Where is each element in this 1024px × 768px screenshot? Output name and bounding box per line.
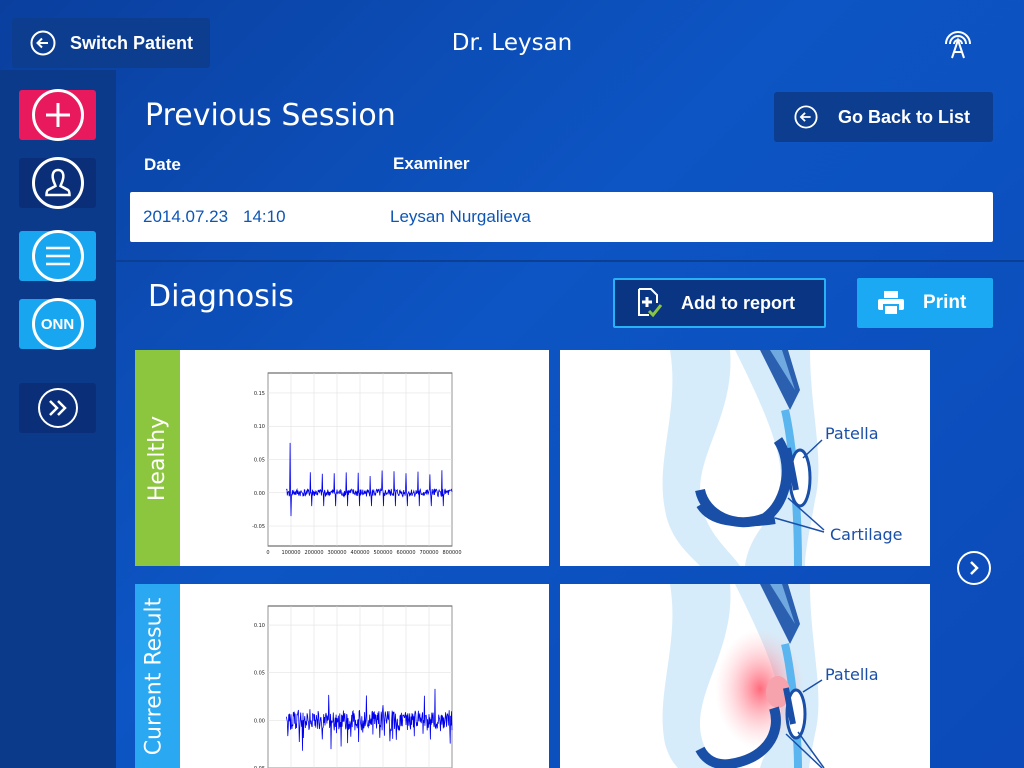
session-examiner: Leysan Nurgalieva	[390, 207, 531, 226]
add-to-report-button[interactable]: Add to report	[613, 278, 826, 328]
y-tick-label: 0.00	[254, 491, 265, 497]
session-date: 2014.07.23	[143, 207, 229, 226]
previous-session-title: Previous Session	[145, 98, 396, 133]
y-tick-label: 0.05	[254, 671, 265, 677]
onn-label: ONN	[40, 315, 75, 333]
current-result-label: Current Result	[141, 597, 167, 755]
y-tick-label: 0.15	[254, 391, 265, 397]
y-tick-label: -0.05	[252, 524, 265, 530]
list-icon	[31, 230, 84, 282]
go-back-label: Go Back to List	[838, 106, 971, 127]
printer-icon	[878, 291, 904, 316]
double-chevron-right-icon	[37, 388, 78, 428]
add-to-report-label: Add to report	[681, 292, 795, 313]
print-label: Print	[923, 292, 967, 313]
healthy-signal-svg: 0.15 0.10 0.05 0.00 -0.05 0 100000 200000 300000…	[252, 372, 462, 556]
column-header-examiner: Examiner	[393, 154, 470, 173]
column-header-date: Date	[144, 155, 181, 174]
patella-label: Patella	[825, 665, 879, 684]
y-tick-label: 0.00	[254, 718, 265, 724]
row-label-healthy: Healthy	[135, 350, 180, 566]
sidebar: ONN	[0, 70, 116, 768]
add-report-icon	[638, 288, 663, 318]
plus-icon	[31, 89, 84, 141]
y-tick-label: 0.10	[254, 424, 265, 430]
current-knee-illustration: Patella	[560, 584, 930, 768]
table-row[interactable]: 2014.07.23 14:10 Leysan Nurgalieva	[130, 192, 993, 242]
top-bar: Switch Patient Dr. Leysan	[0, 0, 1024, 70]
x-tick-label: 800000	[442, 550, 461, 556]
doctor-name: Dr. Leysan	[451, 30, 573, 56]
healthy-knee-illustration: Patella Cartilage	[560, 350, 930, 566]
patella-label: Patella	[825, 424, 879, 443]
onn-ring: ONN	[31, 298, 84, 350]
x-tick-label: 600000	[396, 550, 415, 556]
sidebar-item-more[interactable]	[19, 383, 96, 433]
sidebar-item-add[interactable]	[19, 89, 96, 141]
user-icon	[31, 157, 84, 209]
diagnosis-title: Diagnosis	[148, 279, 294, 314]
x-tick-label: 500000	[373, 550, 392, 556]
healthy-signal-chart: 0.15 0.10 0.05 0.00 -0.05 0 100000 200000 300000…	[180, 350, 549, 566]
x-tick-label: 400000	[350, 550, 369, 556]
y-tick-label: 0.05	[254, 458, 265, 464]
session-time: 14:10	[243, 207, 286, 226]
next-arrow-button[interactable]	[957, 551, 991, 585]
healthy-label: Healthy	[145, 415, 171, 501]
back-arrow-icon	[794, 105, 818, 129]
sidebar-item-patient[interactable]	[19, 157, 96, 209]
sidebar-item-onn[interactable]: ONN	[19, 298, 96, 350]
section-divider	[116, 260, 1024, 262]
x-tick-label: 200000	[304, 550, 323, 556]
signal-series-line	[286, 442, 453, 517]
x-tick-label: 100000	[281, 550, 300, 556]
chevron-right-icon	[970, 561, 979, 575]
y-tick-label: 0.10	[254, 623, 265, 629]
signal-series-line	[286, 688, 453, 751]
app-logo-icon	[945, 31, 971, 59]
x-tick-label: 300000	[327, 550, 346, 556]
print-button[interactable]: Print	[857, 278, 993, 328]
current-signal-svg: 0.100.050.00-0.05	[252, 605, 453, 768]
sidebar-item-menu[interactable]	[19, 230, 96, 282]
cartilage-label: Cartilage	[830, 525, 903, 544]
go-back-to-list-button[interactable]: Go Back to List	[774, 92, 993, 142]
current-signal-chart: 0.100.050.00-0.05	[180, 584, 549, 768]
x-tick-label: 700000	[419, 550, 438, 556]
row-label-current-result: Current Result	[135, 584, 180, 768]
x-tick-label: 0	[266, 550, 269, 556]
